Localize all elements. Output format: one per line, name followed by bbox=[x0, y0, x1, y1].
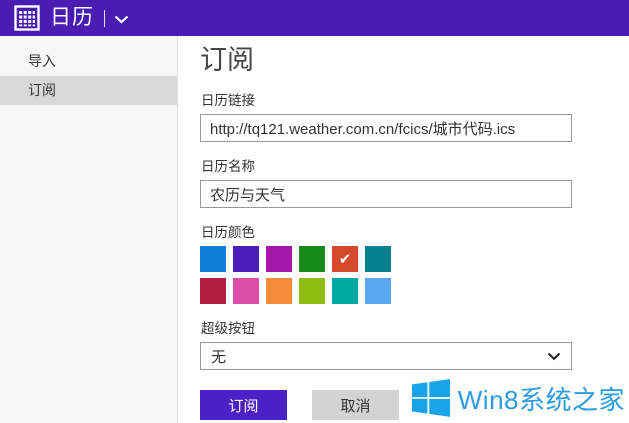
color-swatch[interactable] bbox=[299, 278, 325, 304]
color-swatch[interactable] bbox=[233, 278, 259, 304]
color-swatch[interactable] bbox=[200, 246, 226, 272]
color-swatch[interactable] bbox=[266, 246, 292, 272]
calendar-icon bbox=[14, 5, 40, 31]
color-swatch[interactable] bbox=[200, 278, 226, 304]
color-swatch[interactable] bbox=[365, 246, 391, 272]
header-separator bbox=[104, 9, 105, 27]
calendar-color-label: 日历颜色 bbox=[201, 225, 255, 240]
color-swatch[interactable] bbox=[299, 246, 325, 272]
checkmark-icon: ✔ bbox=[338, 249, 352, 268]
calendar-link-input[interactable] bbox=[200, 114, 572, 142]
cancel-button[interactable]: 取消 bbox=[312, 390, 399, 420]
page-title: 订阅 bbox=[200, 45, 254, 75]
watermark: Win8系统之家 bbox=[411, 379, 625, 417]
charm-select-value: 无 bbox=[211, 348, 227, 366]
subscribe-button[interactable]: 订阅 bbox=[200, 390, 287, 420]
color-swatch[interactable] bbox=[266, 278, 292, 304]
color-swatch[interactable] bbox=[365, 278, 391, 304]
windows-logo-icon bbox=[411, 379, 450, 417]
calendar-name-label: 日历名称 bbox=[201, 159, 255, 174]
color-swatch[interactable] bbox=[233, 246, 259, 272]
color-swatch[interactable] bbox=[332, 278, 358, 304]
chevron-down-icon[interactable] bbox=[114, 15, 129, 24]
color-swatch-row-1: ✔ bbox=[200, 246, 572, 272]
app-header: 日历 bbox=[0, 0, 629, 36]
color-swatch-row-2 bbox=[200, 278, 572, 304]
chevron-down-icon bbox=[547, 352, 561, 360]
calendar-link-label: 日历链接 bbox=[201, 93, 255, 108]
subscribe-panel: 订阅 日历链接 日历名称 日历颜色 ✔ 超级按钮 无 订阅 取消 bbox=[200, 36, 572, 420]
calendar-name-input[interactable] bbox=[200, 180, 572, 208]
sidebar-item-import[interactable]: 导入 bbox=[0, 47, 177, 76]
charm-label: 超级按钮 bbox=[201, 321, 255, 336]
sidebar-item-subscribe[interactable]: 订阅 bbox=[0, 76, 177, 105]
watermark-text: Win8系统之家 bbox=[457, 384, 625, 415]
app-title: 日历 bbox=[50, 6, 94, 29]
color-swatch[interactable]: ✔ bbox=[332, 246, 358, 272]
charm-select[interactable]: 无 bbox=[200, 342, 572, 370]
settings-sidebar: 导入 订阅 bbox=[0, 36, 178, 423]
